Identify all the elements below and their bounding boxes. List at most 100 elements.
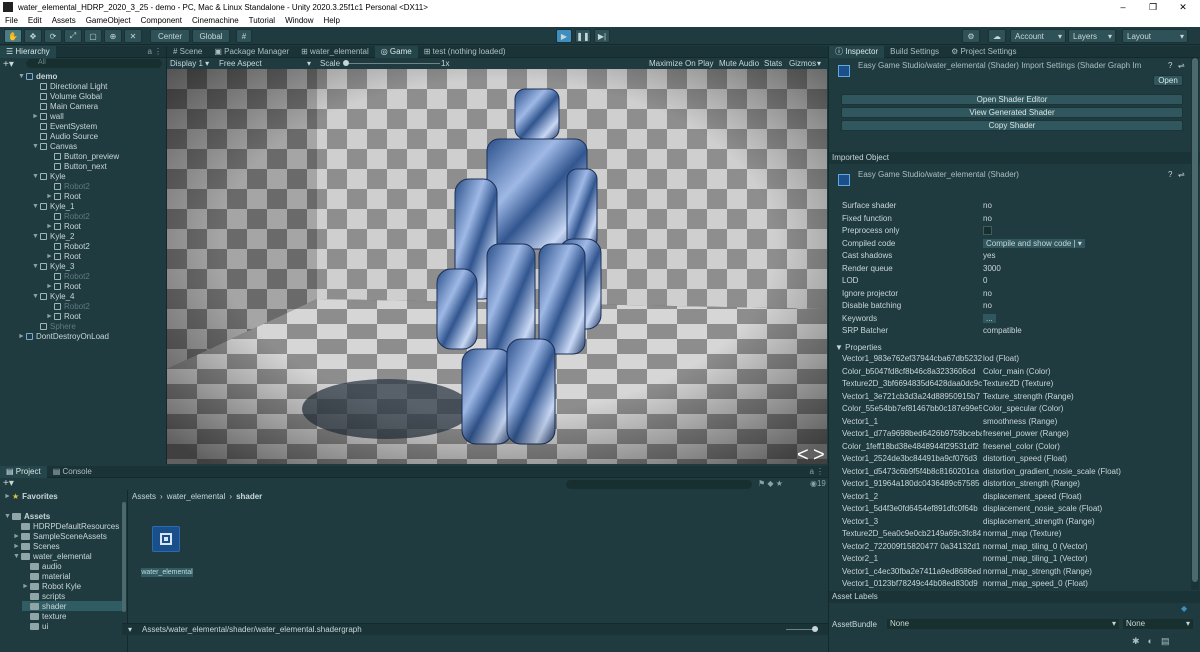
lock-icon[interactable]: a [148, 47, 152, 56]
mute-audio-toggle[interactable]: Mute Audio [719, 59, 759, 68]
tab-package-manager[interactable]: ▣ Package Manager [208, 46, 295, 58]
hierarchy-item[interactable]: Audio Source [32, 131, 98, 141]
chevron-right-icon[interactable]: ► [13, 533, 21, 540]
tab-console[interactable]: ▤ Console [47, 466, 98, 478]
hierarchy-item[interactable]: Robot2 [46, 211, 90, 221]
account-dropdown[interactable]: Account ▾ [1010, 29, 1066, 43]
label-icon[interactable]: ◆ [1181, 604, 1187, 613]
properties-foldout[interactable]: ▼ Properties [835, 343, 882, 352]
tab-test[interactable]: ⊞ test (nothing loaded) [418, 46, 512, 58]
copy-shader-button[interactable]: Copy Shader [841, 120, 1183, 131]
rotate-tool-icon[interactable]: ⟳ [44, 29, 62, 43]
scale-slider-handle[interactable] [343, 60, 349, 66]
shadergraph-asset-icon[interactable] [152, 526, 180, 552]
aspect-dropdown[interactable]: Free Aspect [219, 59, 262, 68]
close-button[interactable]: ✕ [1168, 0, 1198, 14]
layout-dropdown[interactable]: Layout ▾ [1122, 29, 1188, 43]
tab-build-settings[interactable]: Build Settings [884, 46, 945, 58]
chevron-down-icon[interactable]: ▼ [13, 553, 21, 560]
play-button[interactable]: ▶ [556, 29, 572, 43]
hierarchy-item[interactable]: Robot2 [46, 181, 90, 191]
chevron-right-icon[interactable]: ► [46, 313, 54, 320]
hierarchy-item[interactable]: Volume Global [32, 91, 102, 101]
hierarchy-item[interactable]: ► Root [46, 281, 81, 291]
kebab-menu-icon[interactable]: ⋮ [816, 467, 824, 476]
menu-component[interactable]: Component [136, 16, 187, 25]
open-shader-editor-button[interactable]: Open Shader Editor [841, 94, 1183, 105]
hierarchy-item[interactable]: ► DontDestroyOnLoad [18, 331, 109, 341]
project-tree-item[interactable]: shader [22, 601, 122, 611]
menu-cinemachine[interactable]: Cinemachine [187, 16, 244, 25]
hierarchy-search-input[interactable]: All [26, 59, 162, 68]
chevron-right-icon[interactable]: ► [22, 583, 30, 590]
menu-file[interactable]: File [0, 16, 23, 25]
display-dropdown[interactable]: Display 1 ▾ [170, 59, 209, 68]
chevron-down-icon[interactable]: ▼ [32, 203, 40, 210]
hand-tool-icon[interactable]: ✋ [4, 29, 22, 43]
breadcrumb-water-elemental[interactable]: water_elemental [167, 492, 226, 501]
progress-icon[interactable]: ◐ [1148, 636, 1153, 647]
filter-icons[interactable]: ⚑ ◆ ★ [758, 479, 783, 488]
chevron-right-icon[interactable]: ► [13, 543, 21, 550]
hierarchy-item[interactable]: Main Camera [32, 101, 98, 111]
minimize-button[interactable]: – [1108, 0, 1138, 14]
transform-tool-icon[interactable]: ⊕ [104, 29, 122, 43]
project-tree-item[interactable]: ui [22, 621, 48, 631]
kebab-menu-icon[interactable]: ⋮ [154, 47, 162, 56]
lock-icon[interactable]: a [810, 467, 814, 476]
project-tree-item[interactable]: ► Scenes [13, 541, 60, 551]
scale-tool-icon[interactable]: ⤢ [64, 29, 82, 43]
keywords-button[interactable]: ... [983, 313, 996, 323]
menu-window[interactable]: Window [280, 16, 318, 25]
chevron-right-icon[interactable]: ► [46, 223, 54, 230]
chevron-down-icon[interactable]: ▼ [4, 513, 12, 520]
project-tree-item[interactable]: ► SampleSceneAssets [13, 531, 107, 541]
chevron-down-icon[interactable]: ▼ [32, 173, 40, 180]
tab-hierarchy[interactable]: ☰ Hierarchy [0, 45, 56, 58]
chevron-right-icon[interactable]: ► [46, 253, 54, 260]
project-tree-item[interactable]: ▼ Assets [4, 511, 50, 521]
project-tree-item[interactable]: material [22, 571, 70, 581]
pivot-toggle[interactable]: Center [150, 29, 190, 43]
add-icon[interactable]: +▾ [3, 59, 14, 70]
prev-arrow-button[interactable]: < [797, 444, 809, 464]
view-generated-shader-button[interactable]: View Generated Shader [841, 107, 1183, 118]
chevron-right-icon[interactable]: ► [46, 193, 54, 200]
preprocess-checkbox[interactable] [983, 226, 992, 235]
help-icon[interactable]: ? [1168, 61, 1172, 70]
hierarchy-item[interactable]: Robot2 [46, 241, 90, 251]
menu-edit[interactable]: Edit [23, 16, 47, 25]
hierarchy-item[interactable]: Robot2 [46, 301, 90, 311]
tab-water-elemental[interactable]: ⊞ water_elemental [295, 46, 375, 58]
gizmos-dropdown[interactable]: Gizmos [789, 59, 816, 68]
hierarchy-item[interactable]: ▼ Kyle_3 [32, 261, 74, 271]
project-search-input[interactable] [566, 480, 752, 489]
tab-project[interactable]: ▤ Project [0, 465, 47, 478]
hierarchy-item[interactable]: Button_preview [46, 151, 119, 161]
favorites-item[interactable]: ► ★ Favorites [4, 491, 58, 501]
icon-size-slider-handle[interactable] [812, 626, 818, 632]
hierarchy-item[interactable]: EventSystem [32, 121, 97, 131]
hierarchy-item[interactable]: Button_next [46, 161, 107, 171]
next-arrow-button[interactable]: > [813, 444, 825, 464]
assetbundle-dropdown[interactable]: None ▾ [887, 619, 1119, 629]
game-view[interactable]: < > [167, 69, 827, 464]
hierarchy-item[interactable]: ▼ Kyle_1 [32, 201, 74, 211]
stats-toggle[interactable]: Stats [764, 59, 782, 68]
layers-dropdown[interactable]: Layers ▾ [1068, 29, 1116, 43]
step-button[interactable]: ▶| [594, 29, 610, 43]
chevron-down-icon[interactable]: ▼ [32, 233, 40, 240]
assetbundle-variant-dropdown[interactable]: None ▾ [1123, 619, 1193, 629]
compile-show-code-button[interactable]: Compile and show code | ▾ [983, 238, 1085, 248]
open-button[interactable]: Open [1153, 75, 1183, 86]
menu-help[interactable]: Help [319, 16, 345, 25]
hierarchy-item[interactable]: Sphere [32, 321, 76, 331]
cache-icon[interactable]: ▤ [1161, 636, 1170, 647]
hierarchy-item[interactable]: ▼ Canvas [32, 141, 77, 151]
pause-button[interactable]: ❚❚ [575, 29, 591, 43]
menu-tutorial[interactable]: Tutorial [244, 16, 280, 25]
hierarchy-item[interactable]: ▼ demo [18, 71, 57, 81]
menu-gameobject[interactable]: GameObject [81, 16, 136, 25]
tab-project-settings[interactable]: ⚙ Project Settings [945, 46, 1022, 58]
preset-icon[interactable]: ⇌ [1178, 61, 1185, 70]
